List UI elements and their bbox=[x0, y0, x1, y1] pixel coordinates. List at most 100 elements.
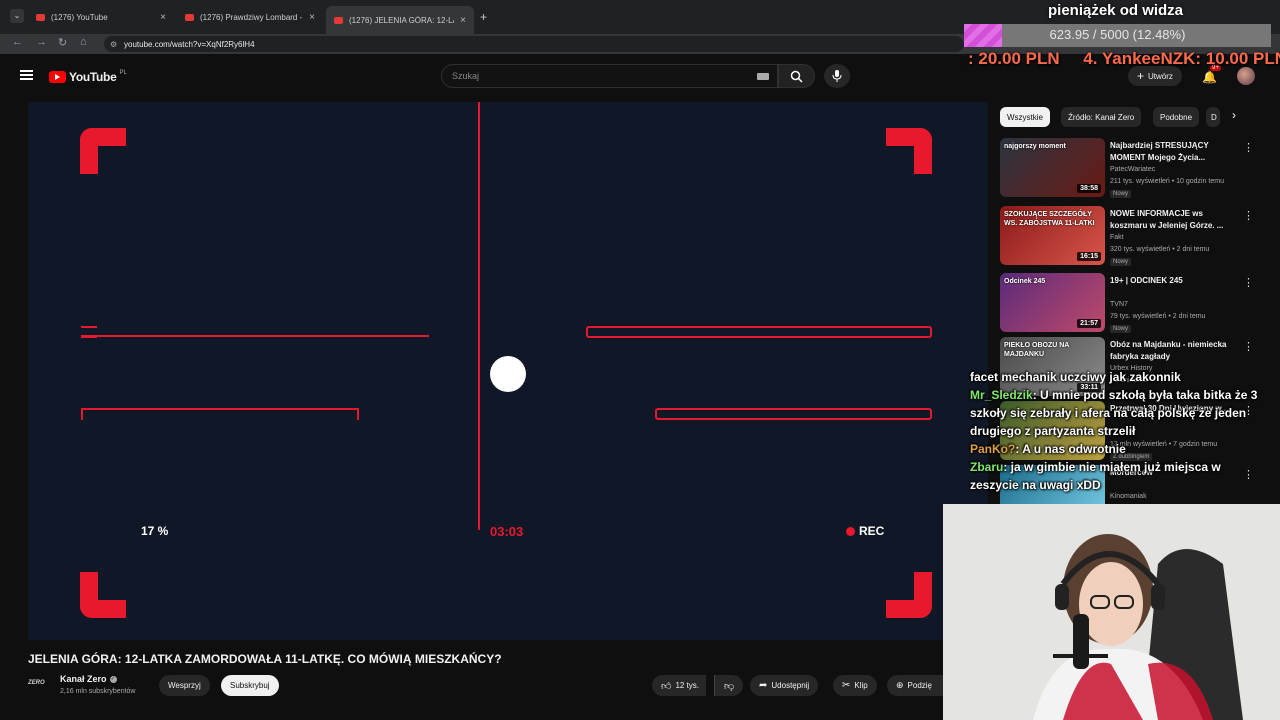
search-input[interactable]: Szukaj bbox=[441, 64, 778, 88]
video-percent: 17 % bbox=[141, 524, 169, 538]
url-text: youtube.com/watch?v=XqNf2Ry6lH4 bbox=[124, 39, 255, 49]
close-tab-icon[interactable]: × bbox=[309, 12, 315, 23]
avatar[interactable] bbox=[1237, 67, 1255, 85]
share-icon: ➦ bbox=[759, 680, 768, 691]
create-label: Utwórz bbox=[1148, 71, 1173, 81]
like-button[interactable]: 👍︎ 12 tys. bbox=[652, 675, 707, 696]
chip-source[interactable]: Źródło: Kanał Zero bbox=[1061, 107, 1142, 127]
menu-icon[interactable] bbox=[20, 70, 33, 80]
back-icon[interactable]: ← bbox=[12, 36, 23, 48]
chip-more[interactable]: D bbox=[1206, 107, 1220, 127]
address-bar[interactable]: ⚙ youtube.com/watch?v=XqNf2Ry6lH4 bbox=[104, 36, 964, 52]
video-player[interactable]: 17 % 03:03 REC bbox=[28, 102, 988, 640]
left-lower-bar bbox=[81, 408, 359, 420]
chip-similar[interactable]: Podobne bbox=[1153, 107, 1200, 127]
thanks-label: Podzię bbox=[907, 681, 933, 690]
recommended-title[interactable]: Najbardziej STRESUJĄCY MOMENT Mojego Życ… bbox=[1110, 140, 1235, 164]
video-thumbnail[interactable]: SZOKUJĄCE SZCZEGÓŁY WS. ZABÓJSTWA 11-LAT… bbox=[1000, 206, 1105, 265]
keyboard-icon[interactable] bbox=[757, 73, 769, 80]
forward-icon[interactable]: → bbox=[36, 36, 47, 48]
right-lower-bar bbox=[655, 408, 932, 420]
subscriber-count: 2,16 mln subskrybentów bbox=[60, 688, 136, 695]
recommended-channel[interactable]: Kinomaniak bbox=[1110, 493, 1147, 500]
new-tab-button[interactable]: + bbox=[480, 10, 487, 24]
more-options-icon[interactable]: ⋮ bbox=[1243, 340, 1254, 353]
thanks-button[interactable]: ⊕ Podzię bbox=[887, 675, 943, 696]
chat-message: Zbaru: ja w gimbie nie miałem już miejsc… bbox=[970, 458, 1270, 494]
recommended-meta: 79 tys. wyświetleń • 2 dni temu bbox=[1110, 313, 1206, 320]
clip-button[interactable]: ✂ Klip bbox=[833, 675, 877, 696]
browser-tab-1[interactable]: (1276) YouTube × bbox=[28, 6, 174, 28]
voice-search-button[interactable] bbox=[824, 64, 850, 88]
frame-corner-top-left bbox=[80, 128, 126, 174]
recommended-title[interactable]: NOWE INFORMACJE ws koszmaru w Jeleniej G… bbox=[1110, 208, 1235, 232]
center-white-dot bbox=[490, 356, 526, 392]
browser-tab-3-active[interactable]: (1276) JELENIA GÓRA: 12-LATKA × bbox=[326, 6, 474, 34]
chat-username: Zbaru bbox=[970, 460, 1004, 474]
site-info-icon[interactable]: ⚙ bbox=[110, 40, 117, 49]
donation-goal-text: 623.95 / 5000 (12.48%) bbox=[1049, 27, 1186, 42]
more-options-icon[interactable]: ⋮ bbox=[1243, 141, 1254, 154]
microphone-icon bbox=[832, 70, 842, 82]
clip-label: Klip bbox=[854, 681, 868, 690]
subscribe-button[interactable]: Subskrybuj bbox=[221, 675, 279, 696]
video-timer: 03:03 bbox=[490, 524, 524, 539]
plus-icon: + bbox=[1137, 69, 1145, 83]
search-icon bbox=[790, 70, 803, 83]
more-options-icon[interactable]: ⋮ bbox=[1243, 276, 1254, 289]
close-tab-icon[interactable]: × bbox=[460, 15, 466, 26]
recommended-title[interactable]: 19+ | ODCINEK 245 bbox=[1110, 275, 1235, 287]
like-count: 12 tys. bbox=[675, 681, 700, 690]
recommended-channel[interactable]: TVN7 bbox=[1110, 301, 1128, 308]
streamer-webcam-image bbox=[943, 504, 1280, 720]
home-icon[interactable]: ⌂ bbox=[80, 36, 87, 48]
share-button[interactable]: ➦ Udostępnij bbox=[750, 675, 819, 696]
video-thumbnail[interactable]: Odcinek 245 21:57 bbox=[1000, 273, 1105, 332]
recommended-video[interactable]: Odcinek 245 21:57 19+ | ODCINEK 245 TVN7… bbox=[1000, 273, 1254, 335]
chat-text: : A u nas odwrotnie bbox=[1015, 442, 1126, 456]
chat-text: facet mechanik uczciwy jak zakonnik bbox=[970, 370, 1181, 384]
channel-logo[interactable]: ZERO bbox=[28, 680, 52, 692]
youtube-favicon-icon bbox=[334, 16, 343, 24]
new-badge: Nowy bbox=[1110, 325, 1132, 333]
rec-indicator: REC bbox=[846, 524, 884, 538]
tab-list-icon[interactable]: ⌄ bbox=[10, 9, 24, 23]
browser-tab-2[interactable]: (1276) Prawdziwy Lombard - O × bbox=[177, 6, 323, 28]
recommended-video[interactable]: SZOKUJĄCE SZCZEGÓŁY WS. ZABÓJSTWA 11-LAT… bbox=[1000, 206, 1254, 268]
recommended-video[interactable]: najgorszy moment 38:58 Najbardziej STRES… bbox=[1000, 138, 1254, 200]
share-label: Udostępnij bbox=[771, 681, 810, 690]
dislike-button[interactable]: 👎︎ bbox=[714, 675, 744, 696]
channel-name-text: Kanał Zero bbox=[60, 674, 107, 684]
donation-goal-title: pieniążek od widza bbox=[1048, 2, 1184, 19]
chat-message: facet mechanik uczciwy jak zakonnik bbox=[970, 368, 1270, 386]
rec-dot-icon bbox=[846, 526, 855, 536]
more-options-icon[interactable]: ⋮ bbox=[1243, 209, 1254, 222]
video-duration: 16:15 bbox=[1077, 252, 1101, 261]
chat-username: PanKo? bbox=[970, 442, 1016, 456]
recommended-title[interactable]: Obóz na Majdanku - niemiecka fabryka zag… bbox=[1110, 339, 1235, 363]
bell-icon: 🔔 bbox=[1202, 70, 1217, 84]
notifications-button[interactable]: 🔔 9+ bbox=[1202, 65, 1221, 84]
recommended-channel[interactable]: PatecWariatec bbox=[1110, 166, 1155, 173]
chevron-right-icon[interactable]: › bbox=[1232, 108, 1236, 122]
chat-text: : ja w gimbie nie miałem już miejsca w z… bbox=[970, 460, 1221, 492]
logo-text: YouTube bbox=[69, 70, 117, 84]
video-thumbnail[interactable]: najgorszy moment 38:58 bbox=[1000, 138, 1105, 197]
frame-corner-bottom-right bbox=[886, 572, 932, 618]
search-button[interactable] bbox=[778, 64, 815, 88]
support-button[interactable]: Wesprzyj bbox=[159, 675, 210, 696]
chip-all[interactable]: Wszystkie bbox=[1000, 107, 1050, 127]
search-placeholder: Szukaj bbox=[452, 71, 480, 81]
video-duration: 38:58 bbox=[1077, 184, 1101, 193]
video-title: JELENIA GÓRA: 12-LATKA ZAMORDOWAŁA 11-LA… bbox=[28, 652, 502, 666]
recommended-channel[interactable]: Fakt bbox=[1110, 234, 1124, 241]
close-tab-icon[interactable]: × bbox=[160, 12, 166, 23]
recommended-meta: 320 tys. wyświetleń • 2 dni temu bbox=[1110, 246, 1210, 253]
reload-icon[interactable]: ↻ bbox=[58, 36, 67, 49]
create-button[interactable]: + Utwórz bbox=[1128, 66, 1182, 86]
webcam-feed bbox=[943, 504, 1280, 720]
channel-name[interactable]: Kanał Zero ✓ bbox=[60, 674, 117, 684]
youtube-logo[interactable]: YouTube PL bbox=[49, 70, 127, 84]
tab-title: (1276) JELENIA GÓRA: 12-LATKA bbox=[349, 15, 454, 25]
region-code: PL bbox=[119, 70, 127, 76]
